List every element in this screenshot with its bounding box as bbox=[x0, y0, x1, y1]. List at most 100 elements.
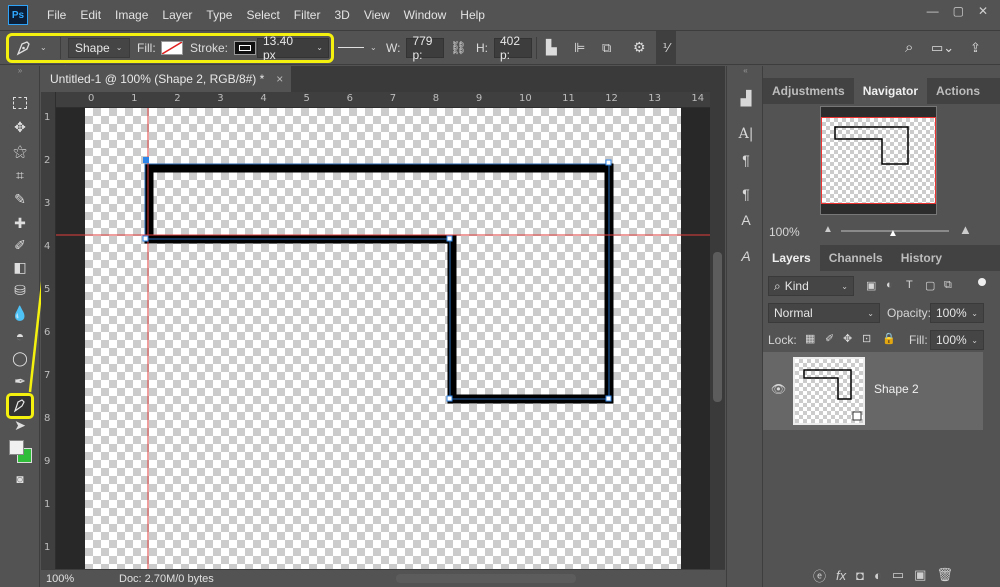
vertical-scroll-thumb[interactable] bbox=[713, 252, 722, 402]
width-field[interactable]: 779 p: bbox=[406, 34, 445, 62]
menu-3d[interactable]: 3D bbox=[327, 8, 356, 22]
foreground-color-swatch[interactable] bbox=[9, 440, 24, 455]
stroke-type-dropdown[interactable]: ⌄ bbox=[338, 31, 377, 64]
filter-type-icon[interactable]: T bbox=[906, 279, 913, 291]
zoom-slider-handle[interactable]: ▲ bbox=[888, 228, 898, 239]
glyphs-icon[interactable]: A bbox=[735, 246, 757, 266]
anchor-point[interactable] bbox=[605, 159, 612, 166]
filter-smart-object-icon[interactable]: ⧉ bbox=[944, 279, 952, 292]
character-panel-icon[interactable]: A| bbox=[735, 124, 757, 144]
layer-thumbnail[interactable] bbox=[793, 357, 865, 425]
tab-layers[interactable]: Layers bbox=[763, 245, 820, 271]
anchor-point[interactable] bbox=[142, 235, 149, 242]
anchor-point[interactable] bbox=[446, 235, 453, 242]
workspace-icon[interactable]: ▭⌄ bbox=[931, 31, 954, 64]
document-tab-bar: Untitled-1 @ 100% (Shape 2, RGB/8#) * × bbox=[41, 66, 725, 92]
tab-history[interactable]: History bbox=[892, 245, 951, 271]
collapse-handle-icon[interactable]: « bbox=[727, 66, 764, 80]
horizontal-ruler[interactable]: 0 1 2 3 4 5 6 7 8 9 10 11 12 13 14 bbox=[56, 92, 710, 108]
horizontal-scroll-thumb[interactable] bbox=[396, 574, 576, 583]
blend-mode-value: Normal bbox=[774, 306, 813, 320]
path-operations-icon[interactable]: ▙ bbox=[546, 31, 557, 64]
document-tab-title: Untitled-1 @ 100% (Shape 2, RGB/8#) * bbox=[50, 72, 265, 86]
lock-all-icon[interactable]: 🔒 bbox=[882, 332, 896, 345]
color-swatches[interactable] bbox=[9, 440, 35, 466]
lock-artboard-icon[interactable]: ⊡ bbox=[862, 332, 871, 345]
histogram-icon[interactable]: ▟ bbox=[735, 88, 757, 108]
adjustment-layer-icon[interactable]: ◐ bbox=[874, 568, 882, 583]
fill-field[interactable]: 100% ⌄ bbox=[930, 330, 984, 350]
tab-channels[interactable]: Channels bbox=[820, 245, 892, 271]
zoom-level[interactable]: 100% bbox=[46, 573, 106, 585]
lock-position-icon[interactable]: ✥ bbox=[843, 332, 852, 345]
menu-layer[interactable]: Layer bbox=[155, 8, 199, 22]
link-layers-icon[interactable]: ⓔ bbox=[813, 566, 826, 585]
trash-icon[interactable]: 🗑 bbox=[936, 567, 953, 583]
document-tab[interactable]: Untitled-1 @ 100% (Shape 2, RGB/8#) * × bbox=[41, 66, 291, 92]
ruler-tick-label: 2 bbox=[44, 155, 51, 166]
fill-label: Fill: bbox=[909, 333, 928, 347]
selected-anchor-point[interactable] bbox=[143, 157, 149, 163]
gear-icon[interactable]: ⚙ bbox=[633, 31, 646, 64]
vertical-scrollbar[interactable] bbox=[710, 92, 725, 569]
shape-layer-artwork[interactable] bbox=[56, 108, 710, 569]
paragraph-panel-icon[interactable]: ¶ bbox=[735, 150, 757, 170]
opacity-value: 100% bbox=[936, 306, 967, 320]
layer-thumbnail-shape bbox=[803, 369, 862, 421]
tab-navigator[interactable]: Navigator bbox=[853, 78, 928, 104]
ruler-tick-label: 14 bbox=[691, 93, 705, 104]
share-icon[interactable]: ⇪ bbox=[970, 31, 981, 64]
align-edges-icon[interactable]: ⅟ bbox=[656, 31, 676, 64]
filter-toggle-icon[interactable] bbox=[978, 278, 986, 286]
new-group-icon[interactable]: ▭ bbox=[892, 567, 904, 583]
filter-adjustment-icon[interactable]: ◐ bbox=[886, 279, 893, 291]
menu-type[interactable]: Type bbox=[199, 8, 239, 22]
fx-icon[interactable]: fx bbox=[836, 568, 846, 583]
menu-bar: Ps File Edit Image Layer Type Select Fil… bbox=[0, 0, 1000, 30]
close-tab-icon[interactable]: × bbox=[276, 72, 283, 86]
anchor-point[interactable] bbox=[446, 395, 453, 402]
layer-filter-dropdown[interactable]: ⌕ Kind ⌄ bbox=[768, 276, 854, 296]
close-window-button[interactable]: ✕ bbox=[978, 4, 988, 18]
filter-pixel-icon[interactable]: ▣ bbox=[866, 279, 876, 292]
height-field[interactable]: 402 p: bbox=[494, 34, 532, 62]
quick-mask-icon[interactable]: ◙ bbox=[9, 468, 31, 490]
menu-window[interactable]: Window bbox=[397, 8, 454, 22]
paragraph-styles-icon[interactable]: ¶ bbox=[735, 184, 757, 204]
navigator-preview[interactable] bbox=[820, 106, 937, 215]
menu-select[interactable]: Select bbox=[239, 8, 286, 22]
tab-adjustments[interactable]: Adjustments bbox=[763, 78, 854, 104]
filter-shape-icon[interactable]: ▢ bbox=[925, 279, 935, 292]
eye-icon[interactable]: 👁 bbox=[771, 382, 786, 396]
blend-mode-dropdown[interactable]: Normal ⌄ bbox=[768, 303, 880, 323]
maximize-button[interactable]: ▢ bbox=[953, 4, 964, 18]
zoom-out-icon[interactable]: ▲ bbox=[823, 224, 833, 235]
menu-edit[interactable]: Edit bbox=[73, 8, 108, 22]
navigator-zoom-value[interactable]: 100% bbox=[769, 225, 800, 239]
opacity-field[interactable]: 100% ⌄ bbox=[930, 303, 984, 323]
search-icon[interactable]: ⌕ bbox=[905, 31, 913, 64]
menu-file[interactable]: File bbox=[40, 8, 73, 22]
path-arrangement-icon[interactable]: ⧉ bbox=[602, 31, 611, 64]
link-icon[interactable]: ⛓ bbox=[450, 31, 467, 64]
layer-row-shape-2[interactable]: 👁 Shape 2 bbox=[763, 352, 983, 430]
vertical-ruler[interactable]: 123456789111 bbox=[41, 92, 56, 587]
doc-info[interactable]: Doc: 2.70M/0 bytes bbox=[119, 573, 214, 585]
lock-brush-icon[interactable]: ✐ bbox=[825, 332, 834, 345]
zoom-in-icon[interactable]: ▲ bbox=[959, 222, 972, 237]
new-layer-icon[interactable]: ▣ bbox=[914, 567, 926, 583]
tab-actions[interactable]: Actions bbox=[927, 78, 989, 104]
ruler-tick-label: 9 bbox=[475, 93, 483, 104]
path-alignment-icon[interactable]: ⊫ bbox=[574, 31, 585, 64]
menu-view[interactable]: View bbox=[357, 8, 397, 22]
menu-image[interactable]: Image bbox=[108, 8, 155, 22]
menu-help[interactable]: Help bbox=[453, 8, 492, 22]
character-styles-icon[interactable]: A bbox=[735, 210, 757, 230]
add-mask-icon[interactable]: ◘ bbox=[856, 568, 864, 583]
lock-transparency-icon[interactable]: ▦ bbox=[805, 332, 815, 345]
menu-filter[interactable]: Filter bbox=[287, 8, 328, 22]
layer-name[interactable]: Shape 2 bbox=[874, 382, 919, 396]
ruler-tick-label: 3 bbox=[217, 93, 224, 104]
anchor-point[interactable] bbox=[605, 395, 612, 402]
minimize-button[interactable]: — bbox=[927, 4, 939, 18]
